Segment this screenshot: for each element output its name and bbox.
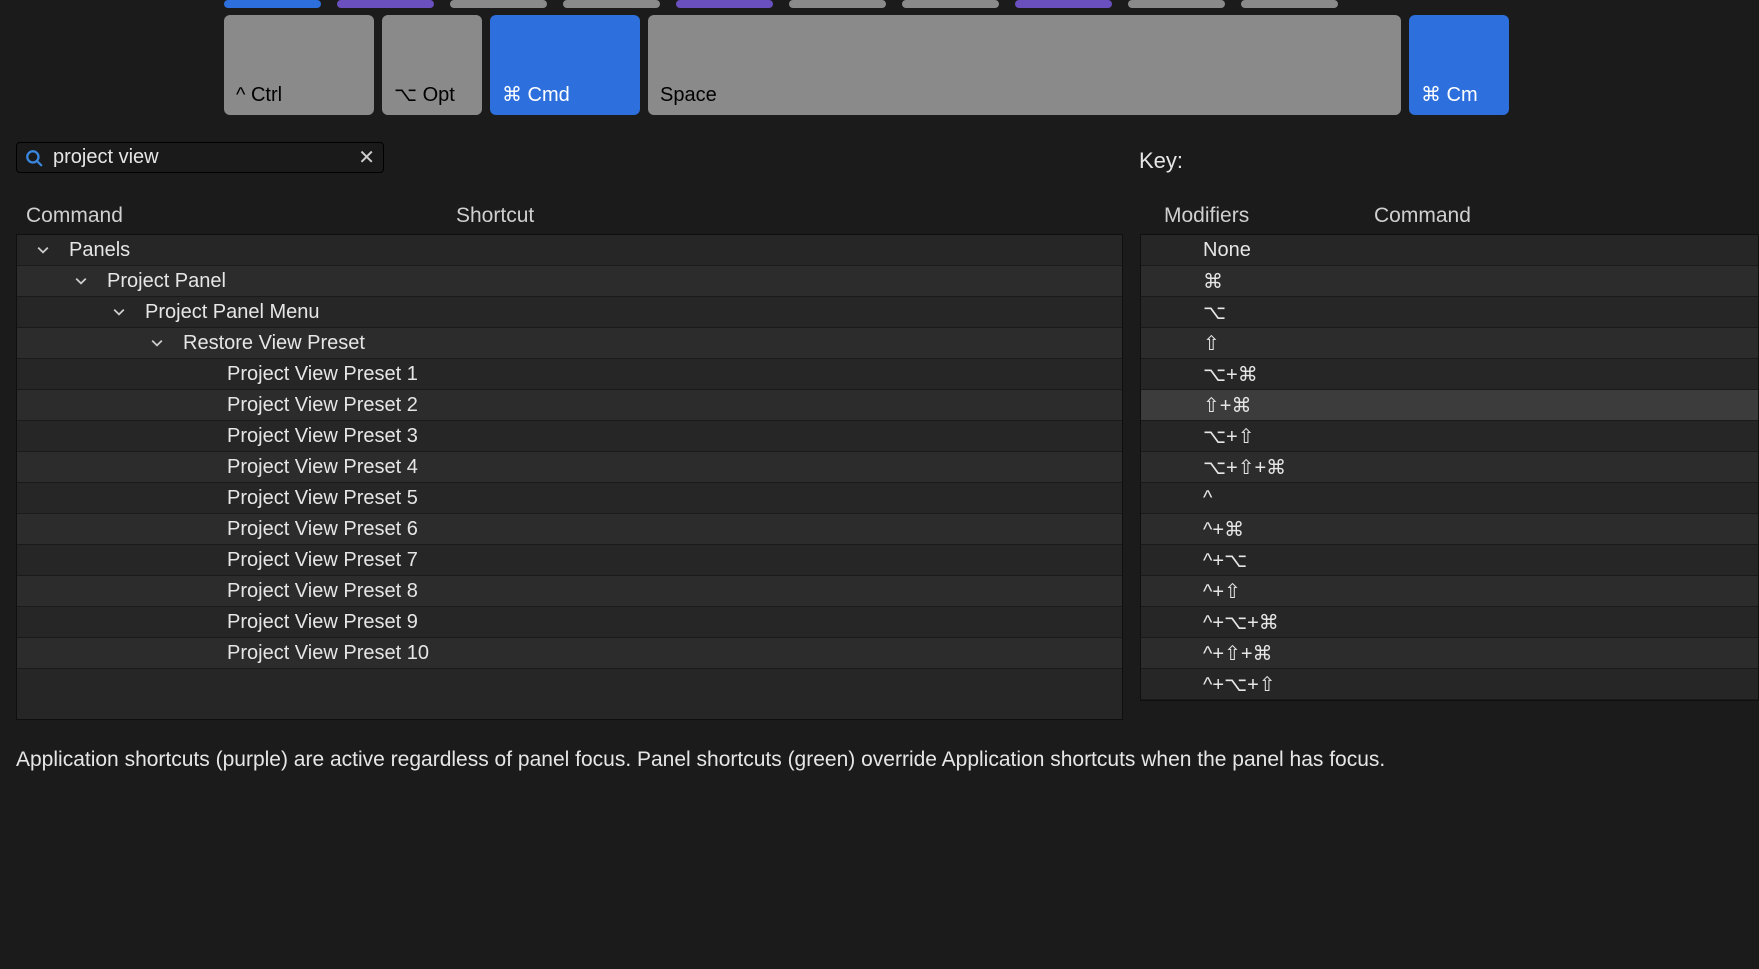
chevron-down-icon[interactable] (151, 337, 171, 349)
keyboard-key[interactable] (902, 0, 999, 8)
tree-row-label: Project View Preset 10 (227, 642, 429, 665)
keyboard-key[interactable]: ⌘ Cmd (490, 15, 640, 115)
keyboard-key[interactable] (1128, 0, 1225, 8)
right-column-headers: Modifiers Command (1140, 198, 1759, 234)
keyboard-key[interactable]: Space (648, 15, 1401, 115)
info-text: Application shortcuts (purple) are activ… (16, 748, 1735, 772)
modifier-row[interactable]: ⇧ (1141, 328, 1758, 359)
modifiers-pane: Modifiers Command None⌘⌥⇧⌥+⌘⇧+⌘⌥+⇧⌥+⇧+⌘^… (1140, 198, 1759, 701)
keyboard-key[interactable] (676, 0, 773, 8)
key-label: Key: (1139, 148, 1183, 174)
keyboard-shortcuts-panel: ^ Ctrl ⌥ Opt ⌘ Cmd Space ⌘ Cm ✕ Key: Command… (0, 0, 1759, 969)
tree-row[interactable]: Project View Preset 8 (17, 576, 1122, 607)
modifier-row[interactable]: ^ (1141, 483, 1758, 514)
tree-row-label: Restore View Preset (183, 332, 365, 355)
search-input[interactable] (51, 145, 350, 170)
tree-row[interactable]: Project View Preset 4 (17, 452, 1122, 483)
keyboard-key[interactable] (1015, 0, 1112, 8)
modifier-row[interactable]: ^+⇧ (1141, 576, 1758, 607)
modifier-row[interactable]: ⌥+⇧+⌘ (1141, 452, 1758, 483)
modifier-row[interactable]: ⌥ (1141, 297, 1758, 328)
tree-row-label: Project View Preset 9 (227, 611, 418, 634)
modifiers-list[interactable]: None⌘⌥⇧⌥+⌘⇧+⌘⌥+⇧⌥+⇧+⌘^^+⌘^+⌥^+⇧^+⌥+⌘^+⇧+… (1140, 234, 1759, 701)
tree-row[interactable]: Project View Preset 3 (17, 421, 1122, 452)
tree-row[interactable]: Panels (17, 235, 1122, 266)
keyboard-key[interactable] (1241, 0, 1338, 8)
search-field[interactable]: ✕ (16, 142, 384, 173)
keyboard-key[interactable] (224, 0, 321, 8)
key-label: ⌘ Cm (1421, 82, 1478, 107)
search-icon (25, 149, 43, 167)
tree-row[interactable]: Project View Preset 6 (17, 514, 1122, 545)
tree-row[interactable]: Project View Preset 10 (17, 638, 1122, 669)
modifier-row[interactable]: ^+⌘ (1141, 514, 1758, 545)
modifier-row[interactable]: ⌥+⌘ (1141, 359, 1758, 390)
tree-row-label: Project Panel Menu (145, 301, 320, 324)
modifier-row[interactable]: None (1141, 235, 1758, 266)
chevron-down-icon[interactable] (37, 244, 57, 256)
header-right-command: Command (1374, 204, 1759, 228)
tree-row-label: Project View Preset 6 (227, 518, 418, 541)
tree-row[interactable]: Restore View Preset (17, 328, 1122, 359)
tree-row[interactable]: Project View Preset 7 (17, 545, 1122, 576)
keyboard-key[interactable]: ⌘ Cm (1409, 15, 1509, 115)
key-label: ⌘ Cmd (502, 82, 570, 107)
modifier-row[interactable]: ⌥+⇧ (1141, 421, 1758, 452)
key-label: Space (660, 84, 717, 107)
modifier-row[interactable]: ^+⇧+⌘ (1141, 638, 1758, 669)
tree-row[interactable]: Project Panel (17, 266, 1122, 297)
tree-row-label: Panels (69, 239, 130, 262)
keyboard-key[interactable]: ^ Ctrl (224, 15, 374, 115)
modifier-row[interactable]: ⌘ (1141, 266, 1758, 297)
keyboard-key[interactable] (563, 0, 660, 8)
header-command: Command (16, 204, 456, 228)
tree-row-label: Project View Preset 4 (227, 456, 418, 479)
chevron-down-icon[interactable] (75, 275, 95, 287)
header-modifiers: Modifiers (1140, 204, 1374, 228)
tree-row-label: Project View Preset 5 (227, 487, 418, 510)
tree-row[interactable]: Project Panel Menu (17, 297, 1122, 328)
keyboard-key[interactable] (337, 0, 434, 8)
tree-row-label: Project View Preset 2 (227, 394, 418, 417)
key-label: ⌥ Opt (394, 82, 455, 107)
modifier-row[interactable]: ^+⌥ (1141, 545, 1758, 576)
tree-row[interactable]: Project View Preset 2 (17, 390, 1122, 421)
key-label: ^ Ctrl (236, 84, 282, 107)
tree-row-label: Project Panel (107, 270, 226, 293)
keyboard-key[interactable]: ⌥ Opt (382, 15, 482, 115)
command-tree[interactable]: Panels Project Panel Project Panel Menu Res… (16, 234, 1123, 720)
tree-row-label: Project View Preset 7 (227, 549, 418, 572)
tree-row-label: Project View Preset 8 (227, 580, 418, 603)
tree-row[interactable]: Project View Preset 5 (17, 483, 1122, 514)
keyboard-key[interactable] (789, 0, 886, 8)
tree-row-label: Project View Preset 1 (227, 363, 418, 386)
tree-row[interactable]: Project View Preset 1 (17, 359, 1122, 390)
modifier-row[interactable]: ^+⌥+⇧ (1141, 669, 1758, 700)
modifier-row[interactable]: ⇧+⌘ (1141, 390, 1758, 421)
modifier-row[interactable]: ^+⌥+⌘ (1141, 607, 1758, 638)
tree-empty (17, 669, 1122, 719)
tree-row-label: Project View Preset 3 (227, 425, 418, 448)
tree-row[interactable]: Project View Preset 9 (17, 607, 1122, 638)
clear-search-button[interactable]: ✕ (358, 145, 375, 170)
keyboard-visual: ^ Ctrl ⌥ Opt ⌘ Cmd Space ⌘ Cm (224, 0, 1759, 115)
keyboard-key[interactable] (450, 0, 547, 8)
chevron-down-icon[interactable] (113, 306, 133, 318)
